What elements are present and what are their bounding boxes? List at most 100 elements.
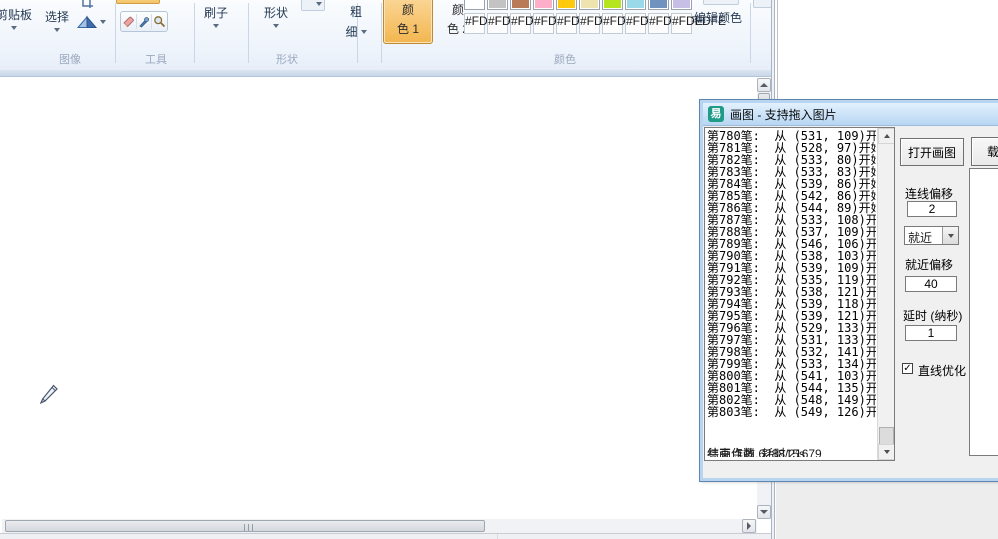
background-area: [776, 481, 998, 539]
color-swatch[interactable]: [602, 0, 623, 10]
shape-outline-button[interactable]: [301, 0, 325, 11]
custom-color-slot[interactable]: #FDFDFE: [533, 13, 554, 34]
group-label-shapes: 形状: [276, 51, 298, 67]
pencil-tool-button[interactable]: [116, 0, 160, 4]
log-scroll-down-button[interactable]: [878, 444, 895, 460]
select-button[interactable]: 选择: [40, 8, 74, 32]
color1-label-2: 色 1: [397, 20, 419, 37]
group-label-tools: 工具: [145, 51, 167, 67]
size-label-2: 细: [345, 23, 357, 40]
horizontal-scroll-thumb[interactable]: [5, 520, 485, 532]
crop-icon[interactable]: [80, 0, 94, 9]
color-swatch[interactable]: [487, 0, 508, 10]
custom-color-slot[interactable]: #FDFDFE: [625, 13, 646, 34]
secondary-listbox[interactable]: [969, 168, 998, 456]
custom-color-slot[interactable]: #FDFDFE: [464, 13, 485, 34]
shapes-label: 形状: [264, 4, 288, 21]
chevron-down-icon: [361, 30, 367, 34]
group-separator: [750, 3, 751, 63]
color-swatch[interactable]: [533, 0, 554, 10]
mode-dropdown-value: 就近: [908, 229, 932, 246]
app-icon: 易: [708, 106, 724, 122]
chevron-down-icon: [273, 24, 279, 28]
status-divider: [497, 534, 498, 539]
color1-label-1: 颜: [402, 1, 414, 18]
clipboard-button[interactable]: 剪贴板: [0, 6, 40, 30]
cut-button: [753, 0, 771, 8]
brushes-label: 刷子: [204, 4, 228, 21]
edit-colors-button[interactable]: 编辑颜色: [694, 9, 742, 26]
color-swatch[interactable]: [625, 0, 646, 10]
group-separator: [248, 3, 249, 63]
dialog-body: 第780笔: 从 (531, 109)开始第781笔: 从 (528, 97)开…: [703, 126, 998, 478]
status-points-line: 共画点数 6288/21679: [707, 445, 822, 457]
delay-label: 延时 (纳秒): [903, 307, 962, 324]
status-bar: [0, 533, 775, 539]
line-offset-label: 连线偏移: [905, 185, 953, 202]
ribbon: 剪贴板 选择: [0, 0, 771, 70]
near-offset-input[interactable]: [905, 276, 957, 292]
line-offset-input[interactable]: [907, 201, 957, 217]
open-paint-button[interactable]: 打开画图: [900, 138, 964, 166]
chevron-down-icon: [316, 2, 322, 6]
chevron-down-icon: [100, 20, 106, 24]
stroke-log-listbox[interactable]: 第780笔: 从 (531, 109)开始第781笔: 从 (528, 97)开…: [704, 127, 895, 461]
color-swatch[interactable]: [671, 0, 692, 10]
size-button[interactable]: 粗 细: [336, 3, 376, 40]
eyedropper-icon[interactable]: [138, 15, 150, 28]
load-image-button[interactable]: 载入: [971, 137, 998, 166]
dialog-title: 画图 - 支持拖入图片: [730, 106, 837, 123]
horizontal-scrollbar[interactable]: [2, 519, 757, 533]
custom-color-slot[interactable]: #FDFDFE: [556, 13, 577, 34]
group-separator: [381, 3, 382, 63]
scroll-down-button[interactable]: [757, 505, 771, 519]
paint-window: 剪贴板 选择: [0, 0, 775, 539]
line-optimize-checkbox[interactable]: ✓: [902, 363, 913, 374]
palette-row-pastel: [464, 0, 692, 10]
eraser-icon[interactable]: [122, 15, 135, 28]
group-label-image: 图像: [59, 51, 81, 67]
custom-color-slot[interactable]: #FDFDFE: [602, 13, 623, 34]
tools-box: [120, 11, 168, 32]
log-scrollbar[interactable]: [877, 128, 894, 460]
color-swatch[interactable]: [510, 0, 531, 10]
color-swatch[interactable]: [579, 0, 600, 10]
scroll-grip: [244, 524, 253, 531]
chevron-down-icon: [11, 26, 17, 30]
line-optimize-label: 直线优化: [918, 362, 966, 379]
custom-color-slot[interactable]: #FDFDFE: [510, 13, 531, 34]
color-swatch[interactable]: [464, 0, 485, 10]
dropdown-arrow-button[interactable]: [942, 227, 958, 244]
color-swatch[interactable]: [648, 0, 669, 10]
color1-button[interactable]: 颜 色 1: [383, 0, 433, 44]
divider: [151, 14, 152, 29]
log-scroll-up-button[interactable]: [878, 128, 895, 144]
drawing-canvas[interactable]: [0, 78, 757, 519]
screen: 剪贴板 选择: [0, 0, 998, 539]
custom-color-slot[interactable]: #FDFDFE: [648, 13, 669, 34]
shapes-button[interactable]: 形状: [256, 4, 296, 28]
magnifier-icon[interactable]: [153, 15, 166, 28]
select-label: 选择: [45, 8, 69, 25]
palette-row-custom: #FDFDFE#FDFDFE#FDFDFE#FDFDFE#FDFDFE#FDFD…: [464, 13, 692, 34]
log-scroll-thumb[interactable]: [879, 427, 894, 445]
dialog-title-bar[interactable]: 易 画图 - 支持拖入图片: [703, 103, 998, 126]
color-swatch[interactable]: [556, 0, 577, 10]
brushes-button[interactable]: 刷子: [196, 4, 236, 28]
custom-color-slot[interactable]: #FDFDFE: [671, 13, 692, 34]
edit-colors-icon: [703, 0, 739, 5]
custom-color-slot[interactable]: #FDFDFE: [487, 13, 508, 34]
scroll-right-button[interactable]: [742, 519, 756, 533]
custom-color-slot[interactable]: #FDFDFE: [579, 13, 600, 34]
group-separator: [194, 3, 195, 63]
group-label-colors: 颜色: [554, 51, 576, 67]
size-label-1: 粗: [350, 5, 362, 19]
clipboard-label: 剪贴板: [0, 6, 32, 23]
chevron-down-icon: [54, 28, 60, 32]
rotate-icon[interactable]: [76, 15, 99, 29]
delay-input[interactable]: [905, 325, 957, 341]
mode-dropdown[interactable]: 就近: [904, 226, 959, 245]
divider: [136, 14, 137, 29]
pencil-cursor-icon: [38, 381, 60, 408]
scroll-up-button[interactable]: [757, 78, 771, 92]
